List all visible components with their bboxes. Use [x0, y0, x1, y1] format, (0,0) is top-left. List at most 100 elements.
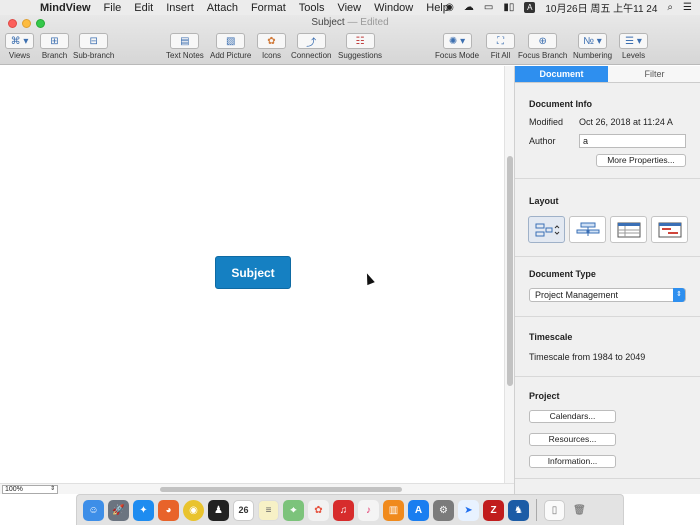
cloud-icon[interactable]: ☁: [464, 2, 474, 13]
focus-mode-button[interactable]: ✺ ▾ Focus Mode: [435, 33, 479, 60]
menu-tools[interactable]: Tools: [299, 2, 325, 14]
sub-branch-icon: ⊟: [79, 33, 109, 49]
battery-icon[interactable]: ▮▯: [503, 2, 514, 13]
tab-filter[interactable]: Filter: [608, 66, 700, 83]
dock: ☺ 🚀 ✦ ◕ ◉ ♟ 26 ≡ ⌖ ✿ ♫ ♪ ▥ A ⚙ ➤ Z ♞ ▯ 🗑: [76, 494, 624, 525]
itunes-icon[interactable]: ♪: [358, 499, 379, 521]
timescale-heading: Timescale: [529, 332, 573, 342]
document-type-heading: Document Type: [529, 269, 596, 279]
menubar-clock[interactable]: 10月26日 周五 上午11 24: [545, 0, 657, 15]
inspector-tabs: Document Filter: [515, 66, 700, 83]
app-store-icon[interactable]: A: [408, 499, 429, 521]
menu-window[interactable]: Window: [374, 2, 413, 14]
icons-button[interactable]: ✿ Icons: [257, 33, 286, 60]
modified-label: Modified: [529, 117, 564, 127]
sub-branch-button[interactable]: ⊟ Sub-branch: [73, 33, 114, 60]
firefox-icon[interactable]: ◕: [158, 499, 179, 521]
system-preferences-icon[interactable]: ⚙: [433, 499, 454, 521]
branch-button[interactable]: ⊞ Branch: [40, 33, 69, 60]
filezilla-icon[interactable]: Z: [483, 499, 504, 521]
mouse-cursor-icon: [363, 271, 375, 286]
finder-icon[interactable]: ☺: [83, 499, 104, 521]
qq-icon[interactable]: ♟: [208, 499, 229, 521]
trash-icon[interactable]: 🗑: [569, 500, 590, 521]
numbering-button[interactable]: № ▾ Numbering: [573, 33, 612, 60]
tab-document[interactable]: Document: [515, 66, 608, 83]
resources-button[interactable]: Resources...: [529, 433, 616, 446]
fit-all-icon: ⛶: [486, 33, 515, 49]
icons-icon: ✿: [257, 33, 286, 49]
divider: [515, 376, 700, 377]
text-notes-button[interactable]: ▤ Text Notes: [166, 33, 204, 60]
notification-center-icon[interactable]: ☰: [683, 2, 692, 13]
vertical-scrollbar[interactable]: [504, 66, 514, 483]
timescale-value: Timescale from 1984 to 2049: [529, 352, 646, 362]
connection-icon: ⤴: [296, 33, 326, 49]
layout-outline-button[interactable]: [610, 216, 647, 243]
mindmap-canvas[interactable]: Subject: [0, 66, 504, 483]
menu-format[interactable]: Format: [251, 2, 286, 14]
views-button[interactable]: ⌘ ▾ Views: [5, 33, 34, 60]
feishu-icon[interactable]: ➤: [458, 499, 479, 521]
divider: [515, 256, 700, 257]
layout-gantt-button[interactable]: [651, 216, 688, 243]
layout-mindmap-icon: [535, 223, 559, 236]
menu-insert[interactable]: Insert: [166, 2, 194, 14]
suggestions-icon: ☷: [345, 33, 375, 49]
fit-all-button[interactable]: ⛶ Fit All: [486, 33, 515, 60]
horizontal-scroll-thumb[interactable]: [160, 487, 402, 492]
central-topic[interactable]: Subject: [215, 256, 291, 289]
layout-org-chart-icon: [576, 222, 599, 236]
layout-org-chart-button[interactable]: [569, 216, 606, 243]
calendars-button[interactable]: Calendars...: [529, 410, 616, 423]
window-title: Subject — Edited: [311, 17, 389, 28]
mindview-icon[interactable]: ♞: [508, 499, 529, 521]
menu-file[interactable]: File: [104, 2, 122, 14]
menu-view[interactable]: View: [337, 2, 361, 14]
divider: [515, 316, 700, 317]
focus-branch-icon: ⊕: [528, 33, 558, 49]
input-source-icon[interactable]: A: [524, 2, 536, 13]
modified-value: Oct 26, 2018 at 11:24 A: [579, 117, 673, 127]
focus-branch-button[interactable]: ⊕ Focus Branch: [518, 33, 567, 60]
document-info-heading: Document Info: [529, 99, 592, 109]
information-button[interactable]: Information...: [529, 455, 616, 468]
layout-heading: Layout: [529, 196, 559, 206]
divider: [515, 178, 700, 179]
maps-icon[interactable]: ⌖: [283, 499, 304, 521]
vertical-scroll-thumb[interactable]: [507, 156, 513, 386]
chevron-updown-icon: ⇕: [673, 288, 685, 302]
calendar-icon[interactable]: 26: [233, 499, 254, 521]
author-field[interactable]: a: [579, 134, 686, 148]
layout-mindmap-button[interactable]: [528, 216, 565, 243]
horizontal-scrollbar[interactable]: 100% ⇕: [0, 483, 514, 494]
layout-outline-icon: [617, 222, 640, 237]
text-notes-icon: ▤: [170, 33, 200, 49]
notes-icon[interactable]: ≡: [258, 499, 279, 521]
levels-icon: ☰ ▾: [619, 33, 648, 49]
suggestions-button[interactable]: ☷ Suggestions: [338, 33, 382, 60]
display-icon[interactable]: ▭: [484, 2, 493, 13]
zoom-stepper-icon: ⇕: [49, 486, 55, 492]
launchpad-icon[interactable]: 🚀: [108, 499, 129, 521]
menu-attach[interactable]: Attach: [207, 2, 238, 14]
zoom-select[interactable]: 100% ⇕: [2, 485, 58, 494]
safari-icon[interactable]: ✦: [133, 499, 154, 521]
chrome-icon[interactable]: ◉: [183, 499, 204, 521]
more-properties-button[interactable]: More Properties...: [596, 154, 686, 167]
add-picture-button[interactable]: ▧ Add Picture: [210, 33, 251, 60]
levels-button[interactable]: ☰ ▾ Levels: [619, 33, 648, 60]
layout-gantt-icon: [658, 222, 681, 237]
netease-music-icon[interactable]: ♫: [333, 499, 354, 521]
connection-button[interactable]: ⤴ Connection: [291, 33, 331, 60]
inspector-panel: Document Filter Document Info Modified O…: [514, 66, 700, 494]
photos-icon[interactable]: ✿: [308, 499, 329, 521]
status-app-icon[interactable]: ◉: [445, 2, 454, 13]
document-type-select[interactable]: Project Management ⇕: [529, 288, 686, 302]
menu-app[interactable]: MindView: [40, 2, 91, 14]
spotlight-icon[interactable]: ⌕: [667, 2, 673, 13]
menu-edit[interactable]: Edit: [134, 2, 153, 14]
window-toolbar: Subject — Edited ⌘ ▾ Views ⊞ Branch ⊟ Su…: [0, 15, 700, 65]
document-icon[interactable]: ▯: [544, 499, 565, 521]
ibooks-icon[interactable]: ▥: [383, 499, 404, 521]
